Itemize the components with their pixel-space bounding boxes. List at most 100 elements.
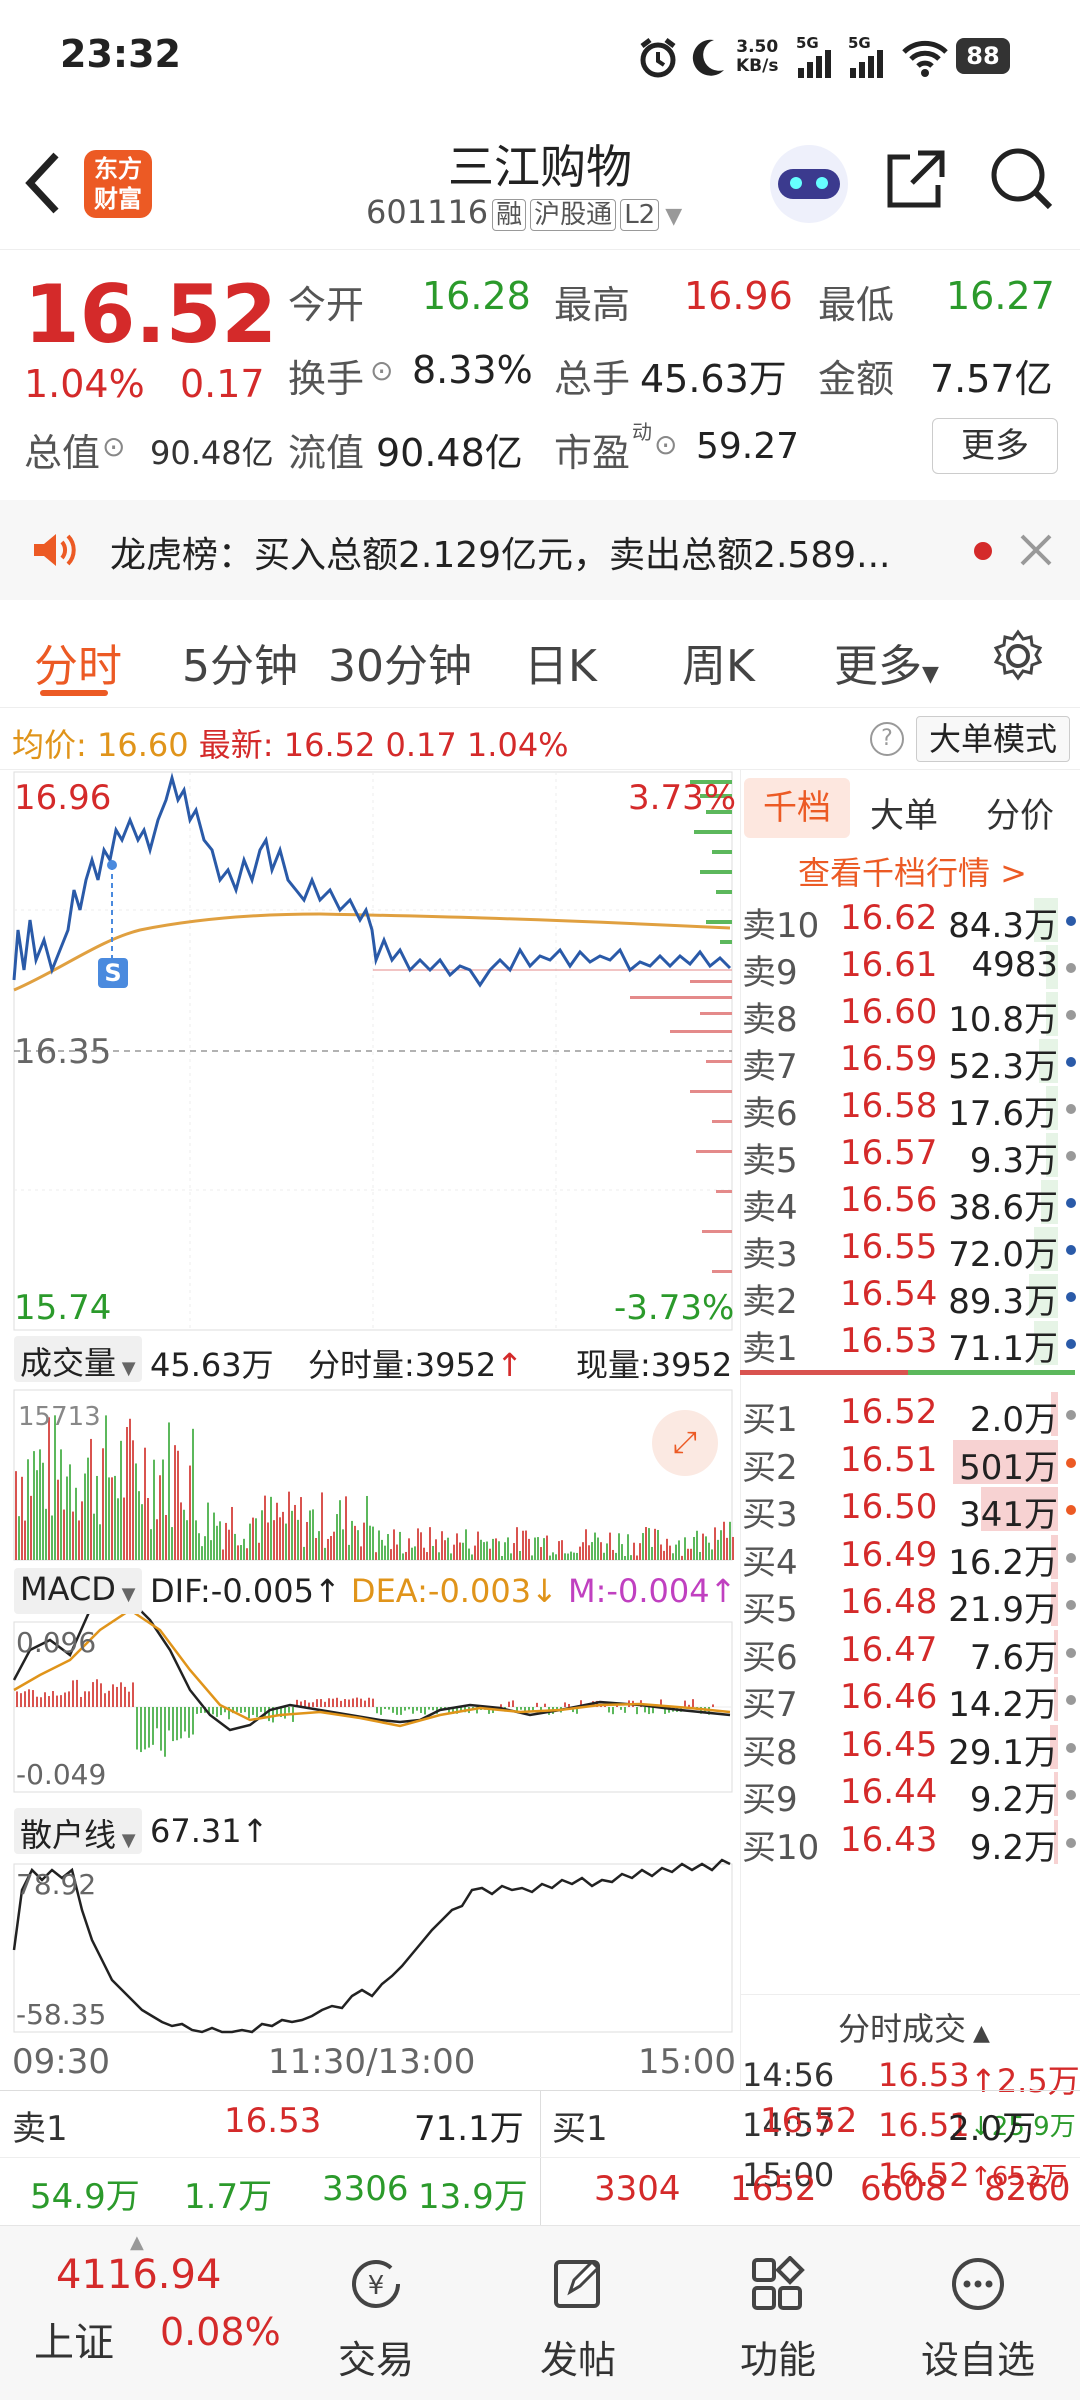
volume-bar xyxy=(63,1509,65,1560)
volume-bar xyxy=(663,1550,665,1560)
order-dot xyxy=(1066,963,1076,973)
big-order-mode-button[interactable]: 大单模式 xyxy=(916,716,1070,762)
macd-bar xyxy=(432,1707,434,1711)
nav-trade[interactable]: ¥ 交易 xyxy=(306,2256,446,2384)
volume-bar xyxy=(171,1527,173,1560)
macd-bar xyxy=(56,1695,58,1707)
order-price: 16.49 xyxy=(840,1534,938,1575)
tab-intraday[interactable]: 分时 xyxy=(34,630,122,694)
order-label: 买8 xyxy=(742,1732,798,1773)
nav-post[interactable]: 发帖 xyxy=(508,2256,648,2384)
info-icon[interactable]: ⊙ xyxy=(370,354,393,387)
expand-icon[interactable]: ⤢ xyxy=(652,1410,718,1476)
macd-bar xyxy=(24,1691,26,1707)
volume-bar xyxy=(711,1549,713,1560)
tab-5min[interactable]: 5分钟 xyxy=(182,630,298,694)
volume-bar xyxy=(468,1548,470,1560)
volume-bar xyxy=(384,1545,386,1560)
macd-bar xyxy=(60,1695,62,1707)
volume-bar xyxy=(150,1529,152,1560)
order-price: 16.54 xyxy=(840,1274,938,1314)
macd-bar xyxy=(364,1700,366,1707)
intraday-chart-area[interactable]: 16.96 3.73% 16.35 15.74 -3.73% S 成交量 ▼ 4… xyxy=(0,770,736,2090)
info-icon[interactable]: ⊙ xyxy=(654,428,677,461)
volume-bar xyxy=(684,1537,686,1560)
tab-30min[interactable]: 30分钟 xyxy=(328,630,472,694)
tab-big-order[interactable]: 大单 xyxy=(870,788,938,837)
order-label: 买10 xyxy=(742,1827,820,1868)
volume-bar xyxy=(678,1540,680,1560)
volume-bar xyxy=(321,1492,323,1560)
volume-bar xyxy=(297,1519,299,1560)
macd-bar xyxy=(608,1707,610,1713)
order-price: 16.48 xyxy=(840,1582,938,1622)
nav-function[interactable]: 功能 xyxy=(708,2255,848,2384)
info-icon[interactable]: ⊙ xyxy=(102,430,125,463)
tab-thousand-depth[interactable]: 千档 xyxy=(744,778,850,838)
macd-bar xyxy=(180,1707,182,1739)
close-icon[interactable] xyxy=(1018,532,1054,568)
app-logo[interactable]: 东方 财富 xyxy=(84,150,152,218)
notice-text: 龙虎榜：买入总额2.129亿元，卖出总额2.589... xyxy=(110,535,891,576)
avg-label: 均价: xyxy=(12,726,87,764)
more-button[interactable]: 更多 xyxy=(932,418,1058,474)
notice-bar[interactable]: 龙虎榜：买入总额2.129亿元，卖出总额2.589... xyxy=(0,500,1080,600)
macd-bar xyxy=(172,1707,174,1742)
tab-weekly-k[interactable]: 周K xyxy=(682,630,755,694)
volume-bar xyxy=(732,1536,734,1560)
volume-bar xyxy=(264,1495,266,1560)
help-icon[interactable]: ? xyxy=(870,722,904,756)
gear-icon[interactable] xyxy=(990,628,1046,684)
volume-indicator-select[interactable]: 成交量 ▼ xyxy=(14,1336,142,1382)
order-dot xyxy=(1066,1057,1076,1067)
volume-bar xyxy=(396,1544,398,1560)
clock: 23:32 xyxy=(60,32,181,76)
macd-bar xyxy=(100,1683,102,1707)
volume-bar xyxy=(651,1546,653,1560)
volume-bar xyxy=(324,1547,326,1560)
buy-order-row: 买9 16.44 9.2万 xyxy=(740,1772,1080,1820)
nav-add-watchlist[interactable]: 设自选 xyxy=(908,2256,1048,2384)
tab-more[interactable]: 更多▼ xyxy=(834,630,939,694)
retail-line xyxy=(12,1858,731,2034)
macd-indicator-select[interactable]: MACD ▼ xyxy=(14,1568,142,1614)
index-ticker[interactable]: ▲ 4116.94 上证 0.08% xyxy=(12,2226,281,2401)
order-volume: 84.3万 xyxy=(948,906,1058,946)
order-label: 卖7 xyxy=(742,1047,798,1087)
time-end: 15:00 xyxy=(638,2042,736,2082)
bq-sell1-vol: 71.1万 xyxy=(414,2109,524,2149)
volume-bar xyxy=(21,1476,23,1560)
order-dot xyxy=(1066,1292,1076,1302)
volume-bar xyxy=(411,1547,413,1560)
volume-bar xyxy=(318,1531,320,1560)
latest-change: 0.17 xyxy=(385,726,457,764)
order-dot xyxy=(1066,1695,1076,1705)
back-icon[interactable] xyxy=(22,151,62,215)
macd-bar xyxy=(340,1700,342,1707)
retail-indicator-select[interactable]: 散户线 ▼ xyxy=(14,1808,142,1854)
macd-bar xyxy=(368,1697,370,1707)
view-depth-link[interactable]: 查看千档行情 > xyxy=(798,848,1027,894)
order-price: 16.57 xyxy=(840,1133,938,1173)
volume-bar xyxy=(231,1506,233,1560)
volume-bar xyxy=(729,1521,731,1560)
macd-bar xyxy=(500,1704,502,1707)
volume-bar xyxy=(390,1549,392,1560)
volume-bar xyxy=(351,1520,353,1560)
ticks-title[interactable]: 分时成交 ▲ xyxy=(838,2004,990,2050)
robot-assistant-icon[interactable] xyxy=(770,145,848,223)
share-icon[interactable] xyxy=(884,147,948,211)
macd-bar xyxy=(424,1707,426,1715)
search-icon[interactable] xyxy=(988,145,1054,215)
volume-bar xyxy=(513,1543,515,1560)
volume-bar xyxy=(597,1537,599,1560)
sell-signal-marker[interactable]: S xyxy=(98,958,128,988)
tab-price-dist[interactable]: 分价 xyxy=(986,788,1054,837)
volume-bar xyxy=(162,1459,164,1560)
order-dot xyxy=(1066,916,1076,926)
volume-bar xyxy=(717,1539,719,1560)
bq-buy1-label: 买1 xyxy=(552,2109,608,2149)
volume-bar xyxy=(471,1554,473,1560)
change-amount: 0.17 xyxy=(180,362,265,406)
tab-daily-k[interactable]: 日K xyxy=(524,630,597,694)
